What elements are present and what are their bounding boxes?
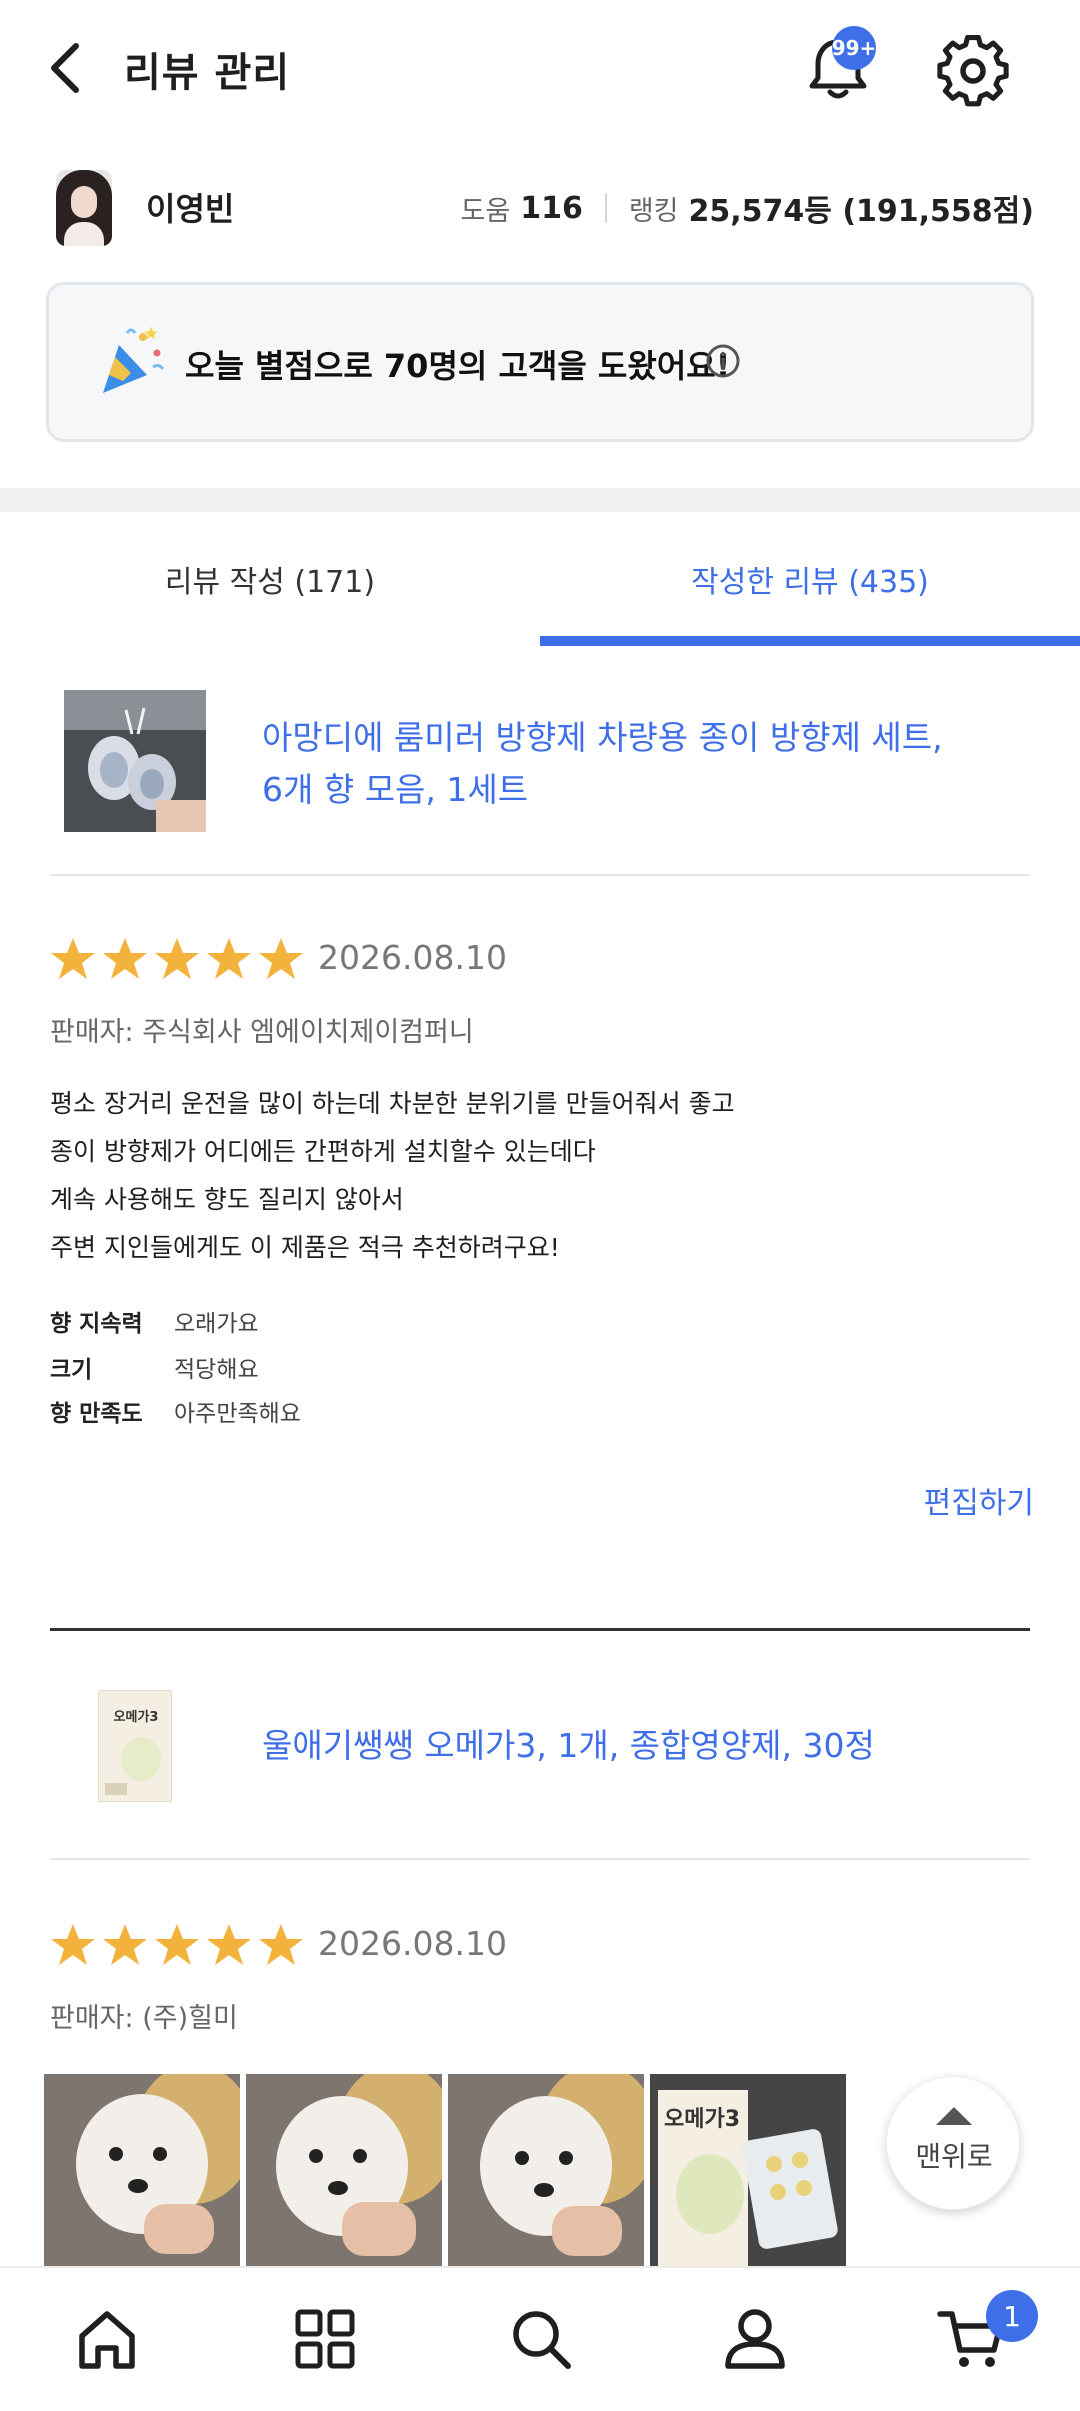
product-title-line: 6개 향 모음, 1세트	[262, 770, 529, 809]
photo-package-text: 오메가3	[664, 2107, 740, 2132]
info-icon[interactable]	[705, 343, 741, 379]
avatar[interactable]	[56, 170, 112, 246]
category-icon	[295, 2309, 355, 2369]
review-date: 2026.08.10	[318, 938, 507, 977]
star-icon	[207, 1924, 251, 1965]
review-line: 종이 방향제가 어디에든 간편하게 설치할수 있는데다	[50, 1137, 596, 1166]
dog-photo	[448, 2074, 644, 2266]
nav-category[interactable]	[290, 2304, 360, 2374]
nav-my-page[interactable]	[720, 2304, 790, 2374]
user-name: 이영빈	[146, 190, 235, 228]
back-button[interactable]	[40, 36, 96, 100]
review-attribute: 크기 적당해요	[50, 1350, 259, 1384]
review-date: 2026.08.10	[318, 1924, 507, 1963]
nav-search[interactable]	[506, 2304, 576, 2374]
ranking-value: 25,574등 (191,558점)	[688, 194, 1034, 229]
attribute-label: 향 만족도	[50, 1401, 143, 1427]
air-freshener-photo	[64, 690, 206, 832]
review-body: 평소 장거리 운전을 많이 하는데 차분한 분위기를 만들어줘서 좋고 종이 방…	[50, 1080, 735, 1272]
star-icon	[259, 938, 303, 979]
help-notice-card: 오늘 별점으로 70명의 고객을 도왔어요!	[46, 282, 1034, 442]
tab-written-reviews[interactable]: 작성한 리뷰 (435)	[540, 512, 1080, 646]
review-line: 평소 장거리 운전을 많이 하는데 차분한 분위기를 만들어줘서 좋고	[50, 1089, 735, 1118]
review-line: 주변 지인들에게도 이 제품은 적극 추천하려구요!	[50, 1233, 560, 1262]
review-photo[interactable]	[448, 2074, 644, 2266]
top-app-bar: 리뷰 관리 99+	[0, 0, 1080, 140]
section-separator	[0, 488, 1080, 512]
attribute-label: 크기	[50, 1357, 93, 1383]
review-photo[interactable]	[44, 2074, 240, 2266]
attribute-value: 적당해요	[174, 1357, 259, 1383]
cart-count-badge: 1	[986, 2290, 1038, 2342]
product-title-line: 아망디에 룸미러 방향제 차량용 종이 방향제 세트,	[262, 718, 943, 757]
review-photo[interactable]	[246, 2074, 442, 2266]
edit-review-button[interactable]: 편집하기	[924, 1478, 1034, 1522]
user-icon	[725, 2309, 785, 2369]
page-title: 리뷰 관리	[124, 50, 291, 96]
product-title[interactable]: 울애기쌩쌩 오메가3, 1개, 종합영양제, 30정	[262, 1720, 875, 1772]
active-tab-indicator	[540, 636, 1080, 646]
tab-write-review[interactable]: 리뷰 작성 (171)	[0, 512, 540, 646]
scroll-to-top-label: 맨위로	[915, 2140, 993, 2173]
divider	[50, 874, 1030, 876]
notice-text: 오늘 별점으로 70명의 고객을 도왔어요!	[185, 347, 731, 385]
stat-divider	[604, 193, 607, 223]
arrow-up-icon	[936, 2107, 972, 2125]
star-icon	[51, 1924, 95, 1965]
product-package-photo: 오메가3	[650, 2074, 846, 2266]
review-line: 계속 사용해도 향도 질리지 않아서	[50, 1185, 404, 1214]
star-icon	[155, 938, 199, 979]
home-icon	[79, 2311, 135, 2369]
star-icon	[155, 1924, 199, 1965]
attribute-label: 향 지속력	[50, 1311, 143, 1337]
star-icon	[207, 938, 251, 979]
product-image[interactable]: 오메가3	[98, 1690, 172, 1802]
star-icon	[259, 1924, 303, 1965]
review-separator	[50, 1628, 1030, 1631]
bottom-navigation	[0, 2266, 1080, 2411]
divider	[50, 1858, 1030, 1860]
dog-photo	[246, 2074, 442, 2266]
omega3-box-photo: 오메가3	[99, 1691, 171, 1801]
review-attribute: 향 만족도 아주만족해요	[50, 1394, 301, 1428]
party-popper-icon	[103, 326, 165, 393]
nav-home[interactable]	[72, 2304, 142, 2374]
dog-photo	[44, 2074, 240, 2266]
settings-button[interactable]	[936, 34, 1010, 108]
thumb-brand-text: 오메가3	[114, 1710, 159, 1725]
attribute-value: 오래가요	[174, 1311, 259, 1337]
seller-name: 판매자: 주식회사 엠에이치제이컴퍼니	[50, 1017, 474, 1048]
review-tabs: 리뷰 작성 (171) 작성한 리뷰 (435)	[0, 512, 1080, 646]
product-image[interactable]	[64, 690, 206, 832]
star-icon	[51, 938, 95, 979]
star-icon	[103, 1924, 147, 1965]
seller-name: 판매자: (주)힐미	[50, 2003, 238, 2034]
notification-badge: 99+	[832, 26, 876, 70]
product-title[interactable]: 아망디에 룸미러 방향제 차량용 종이 방향제 세트, 6개 향 모음, 1세트	[262, 712, 943, 816]
user-stats: 도움 116 랭킹 25,574등 (191,558점)	[461, 186, 1034, 230]
attribute-value: 아주만족해요	[174, 1401, 301, 1427]
star-icon	[103, 938, 147, 979]
scroll-to-top-button[interactable]: 맨위로	[886, 2076, 1020, 2210]
review-attribute: 향 지속력 오래가요	[50, 1304, 259, 1338]
star-rating	[50, 936, 304, 982]
search-icon	[513, 2311, 571, 2369]
chevron-left-icon	[51, 43, 79, 93]
profile-summary: 이영빈 도움 116 랭킹 25,574등 (191,558점)	[0, 160, 1080, 256]
review-photo[interactable]: 오메가3	[650, 2074, 846, 2266]
star-rating	[50, 1922, 304, 1968]
ranking-label: 랭킹	[628, 195, 679, 227]
gear-icon	[937, 35, 1009, 107]
help-count: 116	[520, 190, 583, 226]
help-label: 도움	[460, 195, 511, 227]
